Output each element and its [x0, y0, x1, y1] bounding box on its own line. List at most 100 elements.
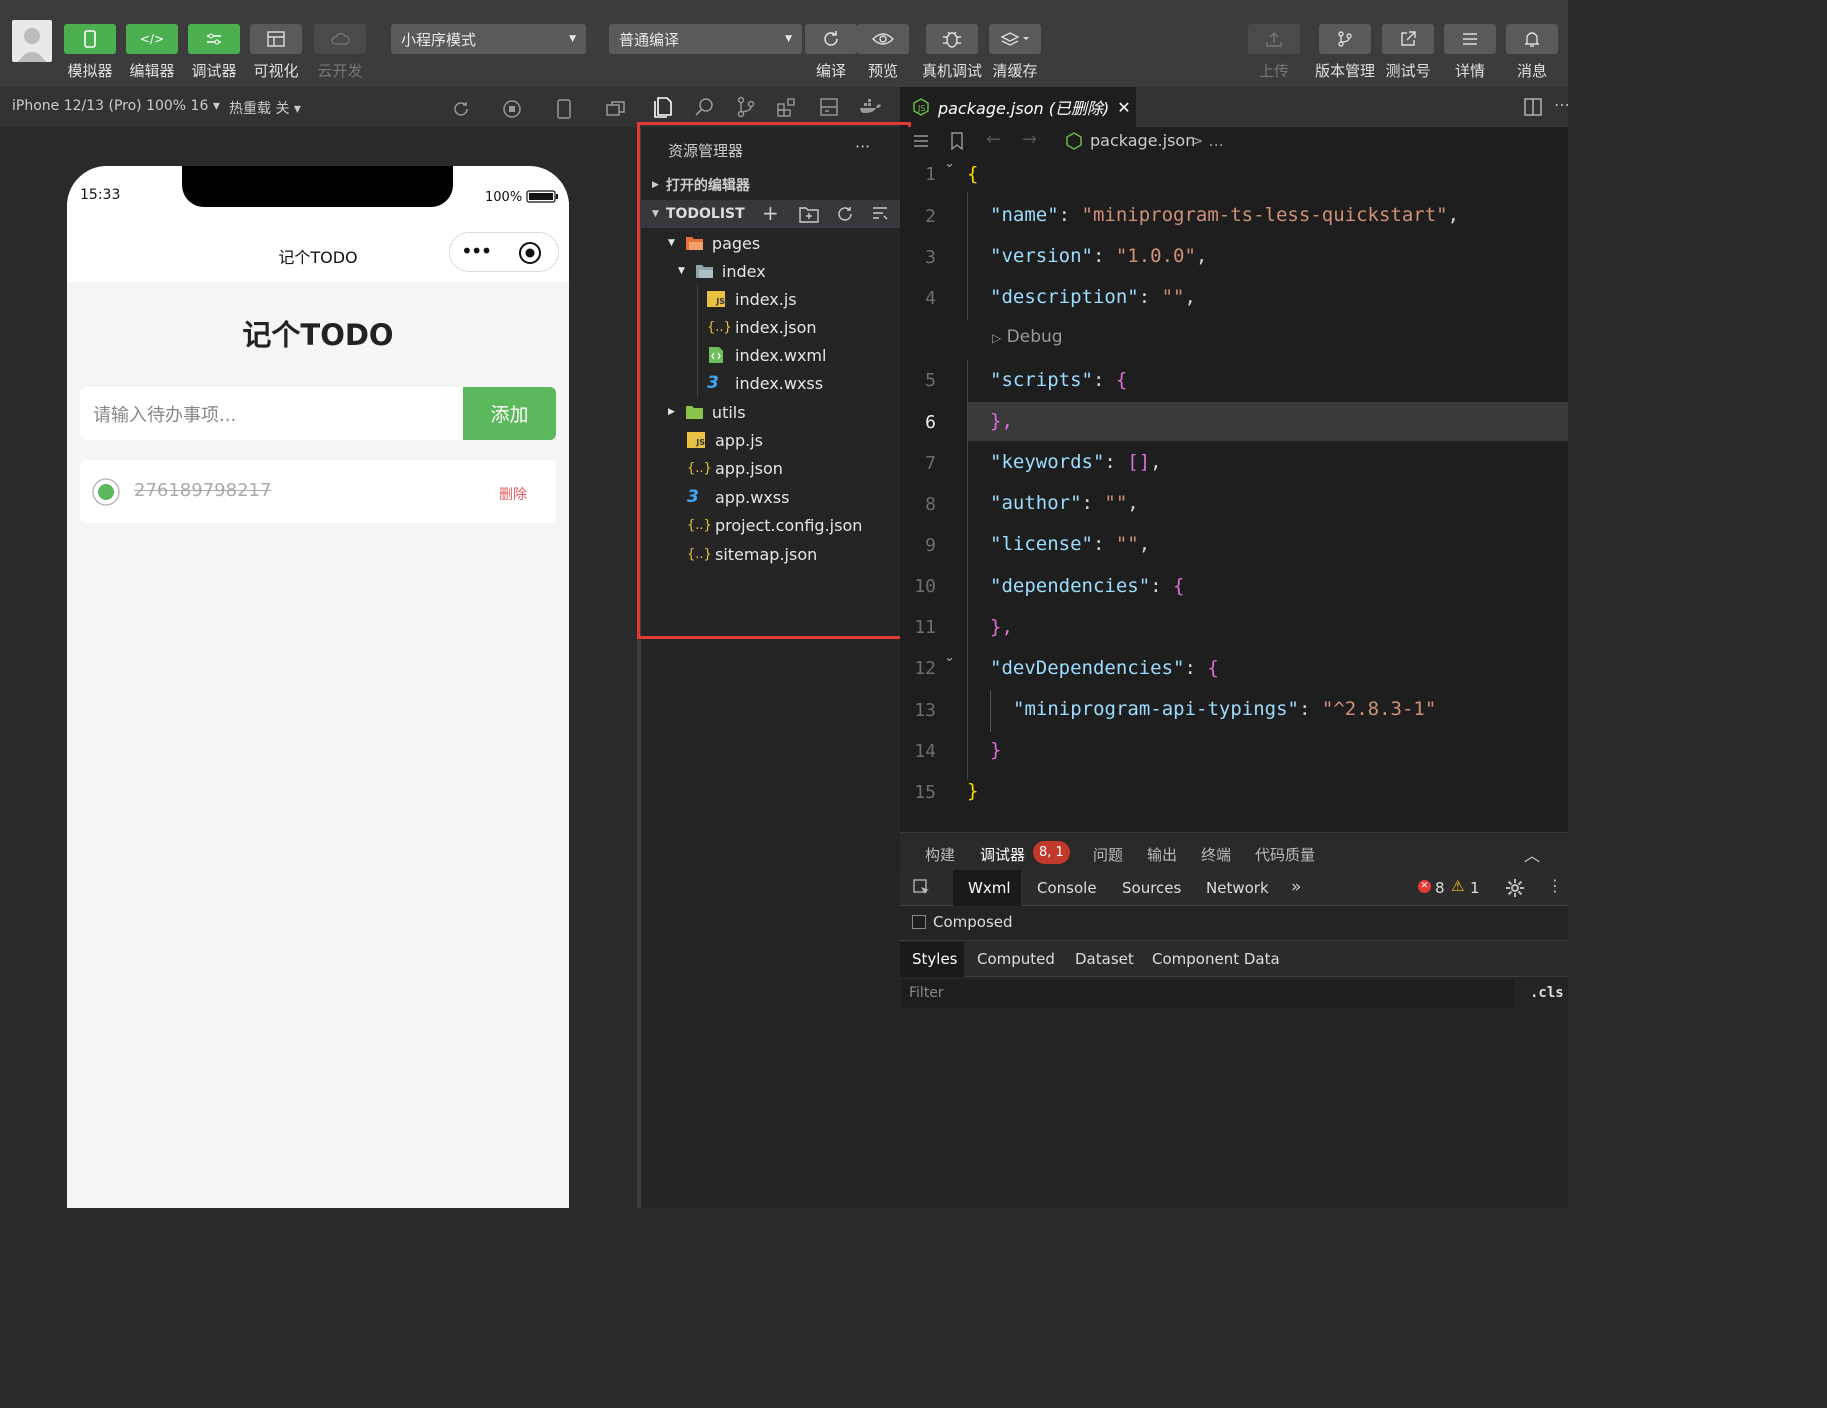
code-editor[interactable]	[900, 127, 1568, 832]
eye-icon	[872, 33, 894, 45]
code-line-1: {	[967, 163, 978, 185]
rotate-icon[interactable]	[451, 99, 471, 119]
line-number: 6	[925, 412, 936, 433]
back-arrow-icon[interactable]: ←	[986, 129, 1001, 150]
tab-styles[interactable]: Styles	[912, 950, 958, 968]
breadcrumb-more[interactable]: > ...	[1190, 131, 1224, 150]
bug-icon	[943, 31, 961, 48]
cloud-label: 云开发	[317, 62, 363, 80]
cloud-button[interactable]: 云开发	[314, 24, 366, 81]
detach-window-icon[interactable]	[605, 99, 627, 119]
warning-count[interactable]: 1	[1470, 879, 1480, 897]
close-miniprogram-icon[interactable]	[518, 241, 542, 265]
line-number: 1	[925, 164, 936, 185]
tab-output[interactable]: 输出	[1147, 844, 1177, 865]
more-tabs-icon[interactable]: »	[1291, 877, 1301, 897]
code-line-8: "author": "",	[990, 492, 1139, 514]
mode-select[interactable]: 小程序模式 ▼	[391, 24, 586, 54]
inspect-element-icon[interactable]	[913, 879, 931, 897]
tab-component-data[interactable]: Component Data	[1152, 950, 1280, 968]
tab-sources[interactable]: Sources	[1122, 879, 1181, 897]
refresh-icon	[824, 31, 838, 46]
delete-button[interactable]: 删除	[499, 484, 527, 504]
details-label: 详情	[1454, 62, 1485, 80]
compile-mode-select[interactable]: 普通编译 ▼	[609, 24, 802, 54]
debugger-button[interactable]: 调试器	[188, 24, 240, 81]
explorer-icon[interactable]	[652, 95, 674, 119]
nodejs-icon	[1066, 132, 1082, 150]
compile-button[interactable]: 编译	[805, 24, 857, 81]
composed-checkbox[interactable]	[912, 915, 926, 929]
tab-wxml[interactable]: Wxml	[968, 879, 1011, 897]
battery-percent: 100%	[485, 190, 523, 205]
editor-tab-title: package.json (已删除)	[938, 99, 1110, 118]
checked-radio-icon[interactable]	[91, 477, 121, 507]
brace: },	[990, 410, 1013, 432]
version-label: 版本管理	[1315, 62, 1376, 80]
search-icon[interactable]	[694, 96, 716, 118]
line-number: 10	[914, 576, 936, 597]
code-line-5: "scripts": {	[990, 369, 1128, 391]
test-account-button[interactable]: 测试号	[1382, 24, 1434, 81]
close-icon[interactable]: ✕	[1117, 98, 1130, 117]
source-control-icon[interactable]	[735, 96, 757, 118]
extensions-icon[interactable]	[776, 96, 798, 118]
forward-arrow-icon[interactable]: →	[1022, 129, 1037, 150]
fold-chevron-icon[interactable]: ⌄	[944, 156, 955, 171]
list-icon[interactable]	[913, 134, 929, 148]
storage-icon[interactable]	[818, 96, 840, 118]
tab-debugger[interactable]: 调试器	[980, 844, 1025, 865]
code-icon: </>	[139, 32, 165, 46]
error-count[interactable]: 8	[1435, 879, 1445, 897]
hot-reload-select[interactable]: 热重载 关 ▾	[229, 98, 301, 118]
device-icon[interactable]	[555, 98, 573, 120]
cls-toggle[interactable]: .cls	[1530, 985, 1564, 1001]
device-select[interactable]: iPhone 12/13 (Pro) 100% 16 ▾	[12, 98, 220, 114]
upload-button[interactable]: 上传	[1248, 24, 1300, 81]
clear-cache-button[interactable]: 清缓存	[989, 24, 1041, 81]
tab-computed[interactable]: Computed	[977, 950, 1055, 968]
page-title: 记个TODO	[242, 318, 394, 352]
bookmark-icon[interactable]	[950, 132, 964, 150]
tab-problems[interactable]: 问题	[1093, 844, 1123, 865]
debugger-label: 调试器	[191, 62, 237, 80]
tab-build[interactable]: 构建	[925, 844, 955, 865]
add-button[interactable]: 添加	[463, 387, 556, 440]
styles-filter-input[interactable]: Filter	[902, 980, 1514, 1008]
todo-input[interactable]: 请输入待办事项...	[80, 387, 464, 440]
more-dots-icon[interactable]: •••	[461, 239, 492, 263]
version-button[interactable]: 版本管理	[1315, 24, 1375, 81]
tab-terminal[interactable]: 终端	[1201, 844, 1231, 865]
docker-icon[interactable]	[858, 97, 882, 117]
tab-network[interactable]: Network	[1206, 879, 1269, 897]
user-avatar[interactable]	[12, 20, 52, 62]
debug-codelens[interactable]: ▷ Debug	[992, 327, 1063, 347]
visual-button[interactable]: 可视化	[250, 24, 302, 81]
line-number: 3	[925, 247, 936, 268]
details-button[interactable]: 详情	[1444, 24, 1496, 81]
breadcrumb-file[interactable]: package.json	[1090, 131, 1195, 150]
simulator-button[interactable]: 模拟器	[64, 24, 116, 81]
more-actions-icon[interactable]: ⋯	[1554, 95, 1568, 114]
gear-icon[interactable]	[1505, 878, 1525, 898]
preview-button[interactable]: 预览	[857, 24, 909, 81]
json-value: "^2.8.3-1"	[1321, 698, 1437, 720]
tab-console[interactable]: Console	[1037, 879, 1097, 897]
messages-button[interactable]: 消息	[1506, 24, 1558, 81]
split-editor-icon[interactable]	[1524, 98, 1542, 116]
more-vertical-icon[interactable]: ⋮	[1547, 876, 1563, 895]
composed-row: Composed	[900, 907, 1568, 941]
tab-dataset[interactable]: Dataset	[1075, 950, 1134, 968]
stop-icon[interactable]	[502, 99, 522, 119]
tab-code-quality[interactable]: 代码质量	[1255, 844, 1315, 865]
preview-label: 预览	[867, 62, 898, 80]
upload-label: 上传	[1258, 62, 1289, 80]
device-debug-button[interactable]: 真机调试	[922, 24, 982, 81]
editor-button[interactable]: </> 编辑器	[126, 24, 178, 81]
code-line-9: "license": "",	[990, 533, 1151, 555]
json-key: "scripts"	[990, 369, 1093, 391]
editor-tab[interactable]: JS package.json (已删除) ✕	[900, 87, 1136, 127]
collapse-panel-icon[interactable]: ︿	[1524, 842, 1540, 866]
visual-label: 可视化	[253, 62, 299, 80]
fold-chevron-icon[interactable]: ⌄	[944, 650, 955, 665]
